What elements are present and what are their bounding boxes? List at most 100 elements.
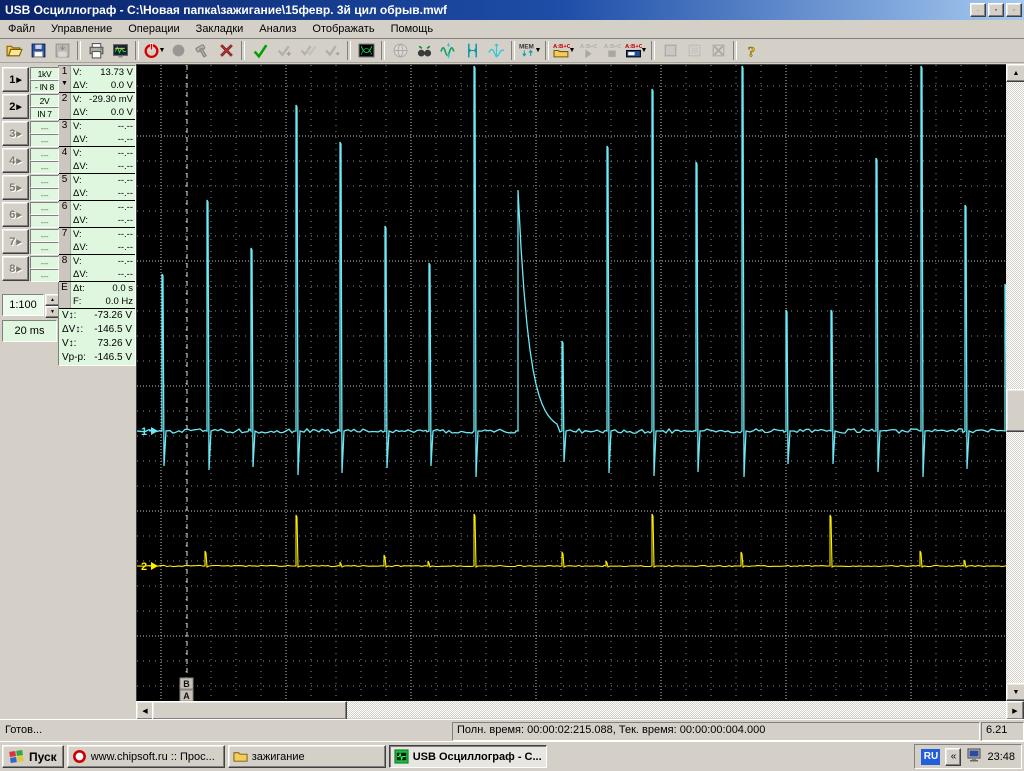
select-pattern-button bbox=[682, 40, 706, 62]
channel-row-5: 5▶------ bbox=[2, 175, 59, 201]
taskbar-button-3[interactable]: USB Осциллограф - C... bbox=[389, 745, 547, 768]
scroll-right-icon[interactable]: ▶ bbox=[1006, 701, 1024, 720]
dropdown-icon[interactable]: ▼ bbox=[535, 47, 542, 54]
channel-input-label[interactable]: --- bbox=[30, 269, 59, 282]
channel-4-button[interactable]: 4▶ bbox=[2, 148, 29, 173]
help-button[interactable]: ? bbox=[740, 40, 764, 62]
menu-2[interactable]: Управление bbox=[43, 21, 120, 37]
fit-signal-button[interactable] bbox=[436, 40, 460, 62]
horizontal-scrollbar[interactable]: ◀ ▶ bbox=[136, 701, 1024, 718]
tray-chevron-icon[interactable]: « bbox=[945, 748, 961, 766]
timebase-value[interactable]: 20 ms bbox=[2, 320, 57, 342]
dropdown-icon[interactable]: ▼ bbox=[159, 47, 166, 54]
channel-marker-arrow-icon[interactable] bbox=[151, 562, 158, 570]
probe-ratio-value[interactable]: 1:100 bbox=[2, 294, 44, 316]
channel-8-button[interactable]: 8▶ bbox=[2, 256, 29, 281]
waveform-ch1 bbox=[137, 66, 1007, 477]
channel-2-button[interactable]: 2▶ bbox=[2, 94, 29, 119]
channel-input-label[interactable]: --- bbox=[30, 134, 59, 147]
channel-3-button[interactable]: 3▶ bbox=[2, 121, 29, 146]
taskbar-button-1[interactable]: www.chipsoft.ru :: Прос... bbox=[67, 745, 225, 768]
taskbar-button-2[interactable]: зажигание bbox=[228, 745, 386, 768]
channel-range-label[interactable]: --- bbox=[30, 229, 59, 242]
channel-6-button[interactable]: 6▶ bbox=[2, 202, 29, 227]
record-icon bbox=[170, 42, 187, 59]
search-signal-button[interactable] bbox=[412, 40, 436, 62]
vertical-scroll-thumb[interactable] bbox=[1006, 389, 1024, 432]
cursor-measure-button[interactable] bbox=[460, 40, 484, 62]
vertical-scrollbar[interactable]: ▲ ▼ bbox=[1006, 64, 1024, 701]
menu-3[interactable]: Операции bbox=[120, 21, 187, 37]
channel-range-label[interactable]: 1kV bbox=[30, 67, 59, 80]
toolbar-separator bbox=[135, 41, 139, 60]
restore-button[interactable] bbox=[988, 3, 1004, 17]
channel-marker-label[interactable]: 1 bbox=[141, 426, 147, 438]
channel-input-label[interactable]: --- bbox=[30, 161, 59, 174]
save-file-button[interactable] bbox=[26, 40, 50, 62]
channel-1-button[interactable]: 1▶ bbox=[2, 67, 29, 92]
display-settings-button[interactable] bbox=[108, 40, 132, 62]
minimize-button[interactable] bbox=[970, 3, 986, 17]
channel-range-label[interactable]: 2V bbox=[30, 94, 59, 107]
channel-7-button[interactable]: 7▶ bbox=[2, 229, 29, 254]
channel-input-label[interactable]: IN 7 bbox=[30, 107, 59, 120]
abc-record-button: A:B+C bbox=[600, 40, 624, 62]
cursor-measure-label: V↕: bbox=[62, 309, 76, 323]
dv-value: --.-- bbox=[118, 269, 133, 280]
channel-range-label[interactable]: --- bbox=[30, 256, 59, 269]
measure-row-ch1: 1▼V:13.73 VΔV:0.0 V bbox=[59, 66, 135, 93]
scope-icon bbox=[394, 749, 409, 764]
channel-5-button[interactable]: 5▶ bbox=[2, 175, 29, 200]
memory-button[interactable]: MEM▼ bbox=[518, 40, 542, 62]
abc-panel-button[interactable]: A:B+C▼ bbox=[624, 40, 648, 62]
channel-input-label[interactable]: --- bbox=[30, 242, 59, 255]
channel-input-label[interactable]: --- bbox=[30, 188, 59, 201]
cursor-measure-value: -146.5 V bbox=[94, 351, 132, 365]
menu-1[interactable]: Файл bbox=[0, 21, 43, 37]
measure-row-ch7: 7V:--.--ΔV:--.-- bbox=[59, 228, 135, 255]
menu-5[interactable]: Анализ bbox=[251, 21, 304, 37]
channel-range-label[interactable]: --- bbox=[30, 175, 59, 188]
help-icon: ? bbox=[744, 42, 761, 59]
language-indicator[interactable]: RU bbox=[921, 749, 940, 765]
power-button[interactable]: ▼ bbox=[142, 40, 166, 62]
v-label: V: bbox=[73, 202, 82, 213]
channel-input-label[interactable]: - IN 8 bbox=[30, 80, 59, 93]
horizontal-scroll-thumb[interactable] bbox=[152, 701, 347, 720]
close-button[interactable] bbox=[1006, 3, 1022, 17]
delete-marks-button[interactable] bbox=[214, 40, 238, 62]
xy-mode-button[interactable] bbox=[354, 40, 378, 62]
task-buttons: www.chipsoft.ru :: Прос...зажиганиеUSB О… bbox=[67, 745, 547, 768]
print-button[interactable] bbox=[84, 40, 108, 62]
abc-open-button[interactable]: A:B+C▼ bbox=[552, 40, 576, 62]
dropdown-icon[interactable]: ▼ bbox=[641, 47, 648, 54]
oscilloscope-display[interactable]: BA21 bbox=[136, 64, 1007, 702]
waveform-ch2 bbox=[137, 514, 1007, 567]
channel-input-label[interactable]: --- bbox=[30, 215, 59, 228]
channel-range-label[interactable]: --- bbox=[30, 121, 59, 134]
channel-marker-arrow-icon[interactable] bbox=[151, 427, 158, 435]
toolbar-separator bbox=[381, 41, 385, 60]
monitor-icon[interactable] bbox=[966, 748, 982, 765]
channel-range-label[interactable]: --- bbox=[30, 202, 59, 215]
v-value: --.-- bbox=[118, 175, 133, 186]
cursor-track-button[interactable] bbox=[484, 40, 508, 62]
check-apply-button[interactable] bbox=[248, 40, 272, 62]
channel-marker-label[interactable]: 2 bbox=[141, 561, 147, 573]
cursor-measure-label: Vp-p: bbox=[62, 351, 86, 365]
select-clear-icon bbox=[710, 42, 727, 59]
menu-6[interactable]: Отображать bbox=[304, 21, 382, 37]
channel-number: 5 bbox=[59, 174, 71, 200]
version-label: 6.21 bbox=[981, 722, 1024, 741]
scroll-up-icon[interactable]: ▲ bbox=[1006, 64, 1024, 82]
channel-number: 3 bbox=[59, 120, 71, 146]
menu-4[interactable]: Закладки bbox=[188, 21, 252, 37]
dropdown-icon[interactable]: ▼ bbox=[569, 47, 576, 54]
open-file-button[interactable] bbox=[2, 40, 26, 62]
channel-row-3: 3▶------ bbox=[2, 121, 59, 147]
start-button[interactable]: Пуск bbox=[2, 745, 64, 768]
channel-range-label[interactable]: --- bbox=[30, 148, 59, 161]
menu-7[interactable]: Помощь bbox=[383, 21, 442, 37]
scroll-down-icon[interactable]: ▼ bbox=[1006, 683, 1024, 701]
measure-row-ch3: 3V:--.--ΔV:--.-- bbox=[59, 120, 135, 147]
